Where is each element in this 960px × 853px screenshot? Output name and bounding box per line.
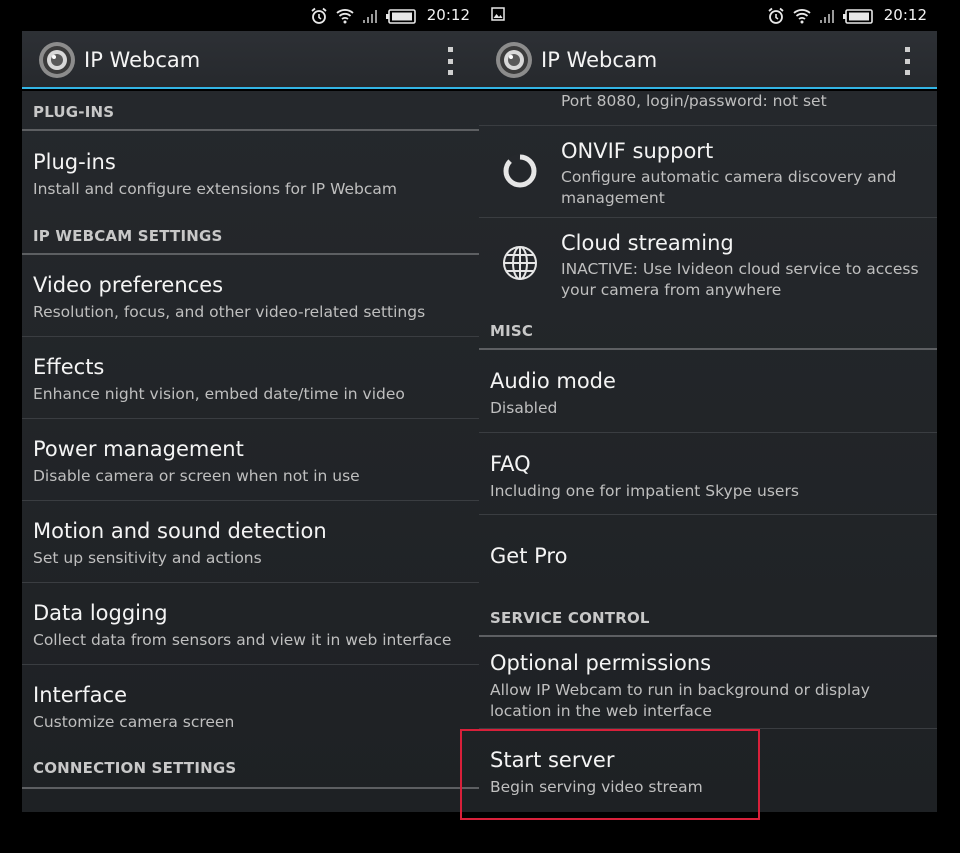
list-item-video-preferences[interactable]: Video preferences Resolution, focus, and…: [22, 255, 480, 337]
wifi-icon: [336, 9, 354, 24]
list-item-faq[interactable]: FAQ Including one for impatient Skype us…: [479, 433, 937, 515]
list-item-interface[interactable]: Interface Customize camera screen: [22, 665, 480, 747]
status-time: 20:12: [883, 6, 927, 24]
status-icons: [767, 6, 873, 26]
item-subtitle: Install and configure extensions for IP …: [33, 180, 397, 198]
item-subtitle: Disable camera or screen when not in use: [33, 467, 360, 485]
section-header-misc: MISC: [479, 310, 937, 350]
image-notification-icon: [491, 7, 505, 21]
item-subtitle: Configure automatic camera discovery and…: [561, 168, 897, 207]
action-bar: IP Webcam: [22, 31, 480, 89]
section-header-plugins: PLUG-INS: [22, 91, 480, 131]
item-subtitle: Resolution, focus, and other video-relat…: [33, 303, 426, 321]
item-subtitle: Customize camera screen: [33, 713, 235, 731]
alarm-icon: [311, 7, 327, 24]
item-subtitle: Including one for impatient Skype users: [490, 482, 799, 500]
status-icons: [310, 6, 416, 26]
item-subtitle: INACTIVE: Use Ivideon cloud service to a…: [561, 260, 919, 299]
list-item-effects[interactable]: Effects Enhance night vision, embed date…: [22, 337, 480, 419]
item-subtitle: Disabled: [490, 399, 558, 417]
app-logo-icon: [496, 42, 532, 78]
list-item-optional-permissions[interactable]: Optional permissions Allow IP Webcam to …: [479, 637, 937, 729]
item-title: Data logging: [33, 601, 168, 625]
item-title: Video preferences: [33, 273, 224, 297]
list-item-plugins[interactable]: Plug-ins Install and configure extension…: [22, 131, 480, 215]
item-title: Interface: [33, 683, 128, 707]
phone-screen-right: 20:12 IP Webcam Port 8080, login/passwor…: [479, 0, 937, 812]
list-item-onvif-support[interactable]: ONVIF support Configure automatic camera…: [479, 126, 937, 218]
globe-icon: [503, 246, 537, 280]
item-title: ONVIF support: [561, 139, 714, 163]
section-header-label: SERVICE CONTROL: [490, 609, 650, 627]
item-title: Plug-ins: [33, 150, 116, 174]
section-divider: [22, 787, 480, 789]
overflow-menu-icon[interactable]: [446, 47, 454, 75]
item-subtitle: Enhance night vision, embed date/time in…: [33, 385, 405, 403]
list-item-data-logging[interactable]: Data logging Collect data from sensors a…: [22, 583, 480, 665]
wifi-icon: [793, 9, 811, 24]
item-title: Effects: [33, 355, 105, 379]
item-subtitle: Set up sensitivity and actions: [33, 549, 262, 567]
onvif-ring-icon: [503, 154, 537, 188]
app-logo-icon: [39, 42, 75, 78]
status-time: 20:12: [426, 6, 470, 24]
start-server-highlight-box: [460, 729, 760, 820]
item-title: Audio mode: [490, 369, 616, 393]
item-subtitle: Port 8080, login/password: not set: [561, 92, 827, 110]
list-item-motion-detection[interactable]: Motion and sound detection Set up sensit…: [22, 501, 480, 583]
list-item-get-pro[interactable]: Get Pro: [479, 515, 937, 597]
battery-icon: [386, 8, 416, 24]
section-header-label: PLUG-INS: [33, 103, 115, 121]
item-subtitle: Allow IP Webcam to run in background or …: [490, 681, 870, 720]
item-title: Motion and sound detection: [33, 519, 327, 543]
app-title: IP Webcam: [541, 48, 658, 72]
signal-icon: [363, 10, 377, 23]
item-title: Cloud streaming: [561, 231, 734, 255]
signal-icon: [820, 10, 834, 23]
settings-list[interactable]: Port 8080, login/password: not set ONVIF…: [479, 91, 937, 812]
status-bar: 20:12: [22, 0, 480, 31]
item-title: Power management: [33, 437, 244, 461]
phone-screen-left: 20:12 IP Webcam PLUG-INS Plug-ins Instal…: [22, 0, 480, 812]
list-item-audio-mode[interactable]: Audio mode Disabled: [479, 350, 937, 433]
overflow-menu-icon[interactable]: [903, 47, 911, 75]
battery-icon: [843, 8, 873, 24]
status-bar: 20:12: [479, 0, 937, 31]
alarm-icon: [768, 7, 784, 24]
list-item-power-management[interactable]: Power management Disable camera or scree…: [22, 419, 480, 501]
item-title: Optional permissions: [490, 651, 712, 675]
section-header-label: IP WEBCAM SETTINGS: [33, 227, 223, 245]
section-header-label: MISC: [490, 322, 534, 340]
settings-list[interactable]: PLUG-INS Plug-ins Install and configure …: [22, 91, 480, 812]
section-header-settings: IP WEBCAM SETTINGS: [22, 215, 480, 255]
list-item-connection-partial[interactable]: Port 8080, login/password: not set: [479, 81, 937, 126]
item-title: Get Pro: [490, 544, 568, 568]
app-title: IP Webcam: [84, 48, 201, 72]
item-title: FAQ: [490, 452, 531, 476]
section-header-connection: CONNECTION SETTINGS: [22, 747, 480, 789]
section-header-service-control: SERVICE CONTROL: [479, 597, 937, 637]
item-subtitle: Collect data from sensors and view it in…: [33, 631, 452, 649]
section-header-label: CONNECTION SETTINGS: [33, 759, 237, 777]
list-item-cloud-streaming[interactable]: Cloud streaming INACTIVE: Use Ivideon cl…: [479, 218, 937, 310]
